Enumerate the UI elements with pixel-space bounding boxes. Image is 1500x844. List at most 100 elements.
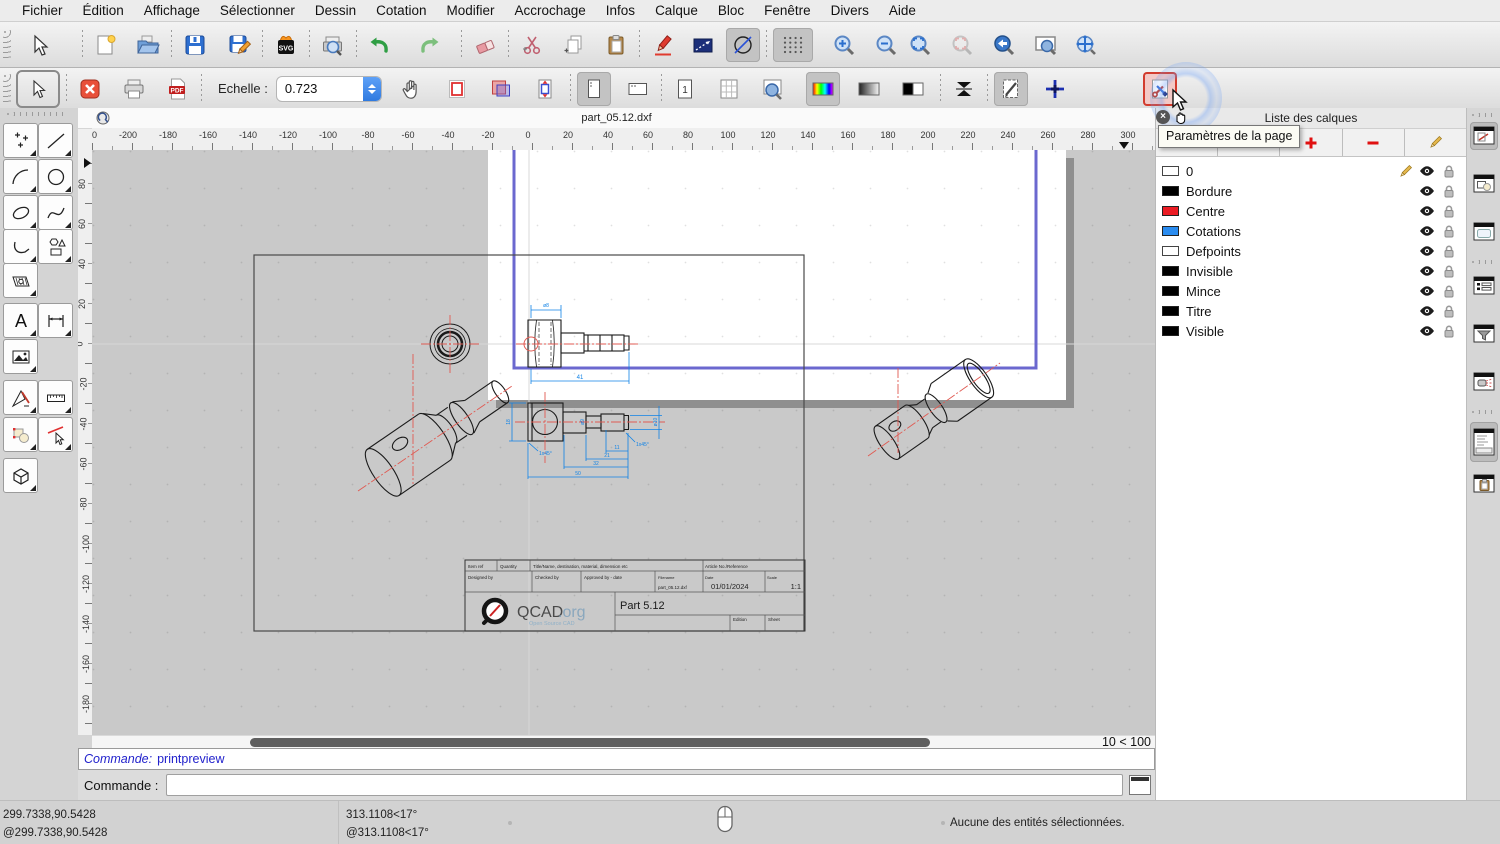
layer-visibility-eye-icon[interactable] — [1416, 165, 1438, 177]
draw-order-pencil-button[interactable] — [646, 28, 680, 62]
layer-visibility-eye-icon[interactable] — [1416, 265, 1438, 277]
layer-visibility-eye-icon[interactable] — [1416, 325, 1438, 337]
select-tool-button[interactable] — [22, 28, 56, 62]
dimension-tool-button[interactable] — [38, 303, 73, 338]
layer-lock-icon[interactable] — [1438, 204, 1460, 218]
drafting-tools-button[interactable] — [3, 380, 38, 415]
viewport-3d-tool-button[interactable] — [3, 458, 38, 493]
menu-calque[interactable]: Calque — [645, 3, 708, 18]
layer-row-0[interactable]: 0 — [1156, 161, 1466, 181]
zoom-in-button[interactable] — [827, 28, 861, 62]
arc-tool-button[interactable] — [3, 159, 38, 194]
pan-hand-button[interactable] — [394, 72, 428, 106]
scale-combobox[interactable]: 0.723 — [275, 75, 382, 102]
zoom-out-button[interactable] — [869, 28, 903, 62]
image-tool-button[interactable] — [3, 339, 38, 374]
ellipse-tool-button[interactable] — [3, 195, 38, 230]
layer-visibility-eye-icon[interactable] — [1416, 205, 1438, 217]
grid-toggle-button[interactable] — [773, 27, 813, 62]
menu-aide[interactable]: Aide — [879, 3, 926, 18]
previous-view-button[interactable] — [987, 28, 1021, 62]
zoom-selection-button[interactable] — [945, 28, 979, 62]
page-borders-button[interactable] — [440, 72, 474, 106]
hatch-tool-button[interactable] — [3, 263, 38, 298]
menu-fichier[interactable]: Fichier — [12, 3, 73, 18]
block-list-panel-button[interactable] — [1470, 170, 1498, 198]
menu-bloc[interactable]: Bloc — [708, 3, 754, 18]
layer-visibility-eye-icon[interactable] — [1416, 185, 1438, 197]
print-button[interactable] — [117, 72, 151, 106]
black-white-button[interactable] — [896, 72, 930, 106]
layer-visibility-eye-icon[interactable] — [1416, 285, 1438, 297]
strip-drag-handle[interactable] — [1471, 113, 1497, 117]
modify-tool-button[interactable] — [38, 417, 73, 452]
cut-button[interactable] — [515, 28, 549, 62]
circle-tool-button[interactable] — [38, 159, 73, 194]
page-settings-button[interactable] — [1143, 72, 1177, 106]
layer-visibility-eye-icon[interactable] — [1416, 305, 1438, 317]
layer-edit-pencil-icon[interactable] — [1394, 164, 1416, 179]
document-tab-title[interactable]: part_05.12.dxf — [78, 112, 1155, 124]
toolbar-drag-handle[interactable] — [3, 29, 11, 60]
preview-pointer-button[interactable] — [16, 69, 60, 108]
redo-button[interactable] — [413, 28, 447, 62]
text-tool-button[interactable]: A — [3, 303, 38, 338]
save-as-button[interactable] — [222, 28, 256, 62]
line-weight-compress-button[interactable] — [947, 72, 981, 106]
delete-button[interactable] — [468, 28, 502, 62]
menu-dessin[interactable]: Dessin — [305, 3, 366, 18]
point-tool-button[interactable] — [3, 123, 38, 158]
multi-pages-button[interactable] — [712, 72, 746, 106]
auto-zoom-button[interactable] — [903, 28, 937, 62]
undo-button[interactable] — [363, 28, 397, 62]
measure-tool-button[interactable] — [38, 380, 73, 415]
command-line-panel-button[interactable] — [1470, 422, 1498, 462]
paste-button[interactable] — [599, 28, 633, 62]
block-tool-button[interactable] — [3, 417, 38, 452]
menu-dition[interactable]: Édition — [73, 3, 134, 18]
canvas-horizontal-scrollbar[interactable]: 10 < 100 — [92, 735, 1155, 749]
layer-visibility-eye-icon[interactable] — [1416, 225, 1438, 237]
layer-row-titre[interactable]: Titre — [1156, 301, 1466, 321]
menu-infos[interactable]: Infos — [596, 3, 645, 18]
clipboard-panel-button[interactable] — [1470, 470, 1498, 498]
menu-modifier[interactable]: Modifier — [436, 3, 504, 18]
menu-cotation[interactable]: Cotation — [366, 3, 436, 18]
drawing-scale-button[interactable] — [993, 71, 1028, 106]
layer-lock-icon[interactable] — [1438, 224, 1460, 238]
scrollbar-thumb[interactable] — [250, 738, 930, 747]
print-preview-button[interactable] — [316, 28, 350, 62]
selection-filter-panel-button[interactable] — [1470, 320, 1498, 348]
layer-list-panel-button[interactable] — [1470, 272, 1498, 300]
layer-lock-icon[interactable] — [1438, 264, 1460, 278]
menu-slectionner[interactable]: Sélectionner — [210, 3, 305, 18]
layer-row-bordure[interactable]: Bordure — [1156, 181, 1466, 201]
zoom-window-button[interactable] — [1029, 28, 1063, 62]
layer-row-defpoints[interactable]: Defpoints — [1156, 241, 1466, 261]
menu-fentre[interactable]: Fenêtre — [754, 3, 821, 18]
command-input[interactable] — [166, 774, 1123, 796]
panel-close-badge[interactable]: × — [1156, 110, 1170, 124]
point-position-button[interactable] — [1038, 72, 1072, 106]
portrait-button[interactable] — [576, 71, 611, 106]
command-widget-panel-button[interactable] — [1470, 368, 1498, 396]
print-preview-canvas[interactable]: ø8 41 18 1x45° ø9 ø10 1x45° 11 21 32 50 … — [92, 150, 1155, 735]
pdf-export-button[interactable]: PDF — [161, 72, 195, 106]
fit-page-vertical-button[interactable] — [528, 72, 562, 106]
single-page-button[interactable]: 1 — [668, 72, 702, 106]
spline-tool-button[interactable] — [38, 195, 73, 230]
full-color-button[interactable] — [805, 71, 840, 106]
command-options-button[interactable] — [1129, 775, 1151, 795]
remove-layer-button[interactable] — [1343, 129, 1405, 156]
layer-lock-icon[interactable] — [1438, 304, 1460, 318]
close-print-preview-button[interactable] — [73, 72, 107, 106]
landscape-button[interactable] — [621, 72, 655, 106]
polyline-tool-button[interactable] — [3, 229, 38, 264]
save-button[interactable] — [178, 28, 212, 62]
layer-lock-icon[interactable] — [1438, 284, 1460, 298]
layer-lock-icon[interactable] — [1438, 184, 1460, 198]
menu-divers[interactable]: Divers — [821, 3, 879, 18]
layer-row-mince[interactable]: Mince — [1156, 281, 1466, 301]
layer-row-invisible[interactable]: Invisible — [1156, 261, 1466, 281]
layer-lock-icon[interactable] — [1438, 324, 1460, 338]
